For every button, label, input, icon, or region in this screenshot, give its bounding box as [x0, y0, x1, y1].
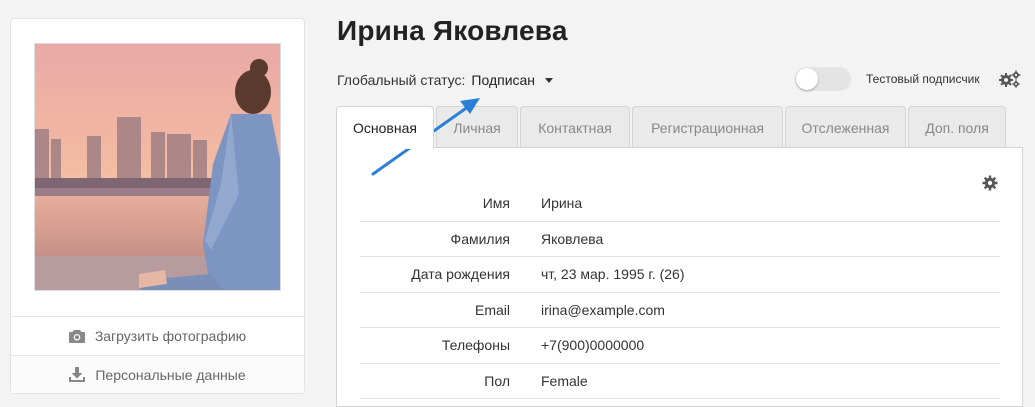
profile-photo-card: Загрузить фотографию Персональные данные [10, 18, 305, 394]
field-row-birth-date: Дата рождения чт, 23 мар. 1995 г. (26) [360, 257, 1000, 293]
test-subscriber-toggle[interactable] [795, 67, 851, 91]
field-label: Дата рождения [411, 266, 510, 283]
caret-down-icon[interactable] [545, 77, 554, 83]
field-value: irina@example.com [541, 301, 665, 318]
gears-icon[interactable] [999, 70, 1021, 93]
download-icon [69, 367, 86, 382]
gear-icon[interactable] [982, 175, 998, 196]
test-subscriber-label: Тестовый подписчик [866, 72, 980, 86]
field-label: Пол [484, 372, 510, 389]
field-row-email: Email irina@example.com [360, 293, 1000, 328]
toggle-knob [796, 68, 818, 90]
field-value: чт, 23 мар. 1995 г. (26) [541, 266, 685, 283]
field-value: Female [541, 372, 588, 389]
field-label: Имя [482, 195, 510, 212]
field-row-gender: Пол Female [360, 364, 1000, 399]
tab-contact[interactable]: Контактная [520, 106, 630, 148]
tab-personal[interactable]: Личная [436, 106, 518, 148]
upload-photo-button[interactable]: Загрузить фотографию [11, 316, 304, 354]
tab-extra-fields[interactable]: Доп. поля [908, 106, 1006, 148]
field-row-phones: Телефоны +7(900)0000000 [360, 328, 1000, 364]
upload-photo-label: Загрузить фотографию [94, 327, 247, 344]
field-value: +7(900)0000000 [541, 337, 645, 354]
global-status-label: Глобальный статус: [337, 72, 466, 88]
personal-data-label: Персональные данные [95, 366, 246, 383]
field-label: Телефоны [441, 337, 510, 354]
field-row-last-name: Фамилия Яковлева [360, 222, 1000, 257]
tab-tracked[interactable]: Отслеженная [785, 106, 906, 148]
profile-photo [34, 43, 281, 291]
profile-fields: Имя Ирина Фамилия Яковлева Дата рождения… [360, 186, 1000, 399]
camera-icon [68, 329, 85, 343]
tab-main[interactable]: Основная [336, 106, 434, 149]
field-value: Яковлева [541, 230, 604, 247]
personal-data-button[interactable]: Персональные данные [11, 355, 304, 393]
field-label: Фамилия [450, 230, 510, 247]
tab-registration[interactable]: Регистрационная [632, 106, 783, 148]
field-value: Ирина [541, 195, 583, 212]
page-title: Ирина Яковлева [337, 15, 568, 46]
field-label: Email [474, 301, 510, 318]
global-status: Глобальный статус: Подписан [337, 72, 554, 88]
global-status-dropdown[interactable]: Подписан [471, 72, 535, 88]
field-row-first-name: Имя Ирина [360, 186, 1000, 222]
